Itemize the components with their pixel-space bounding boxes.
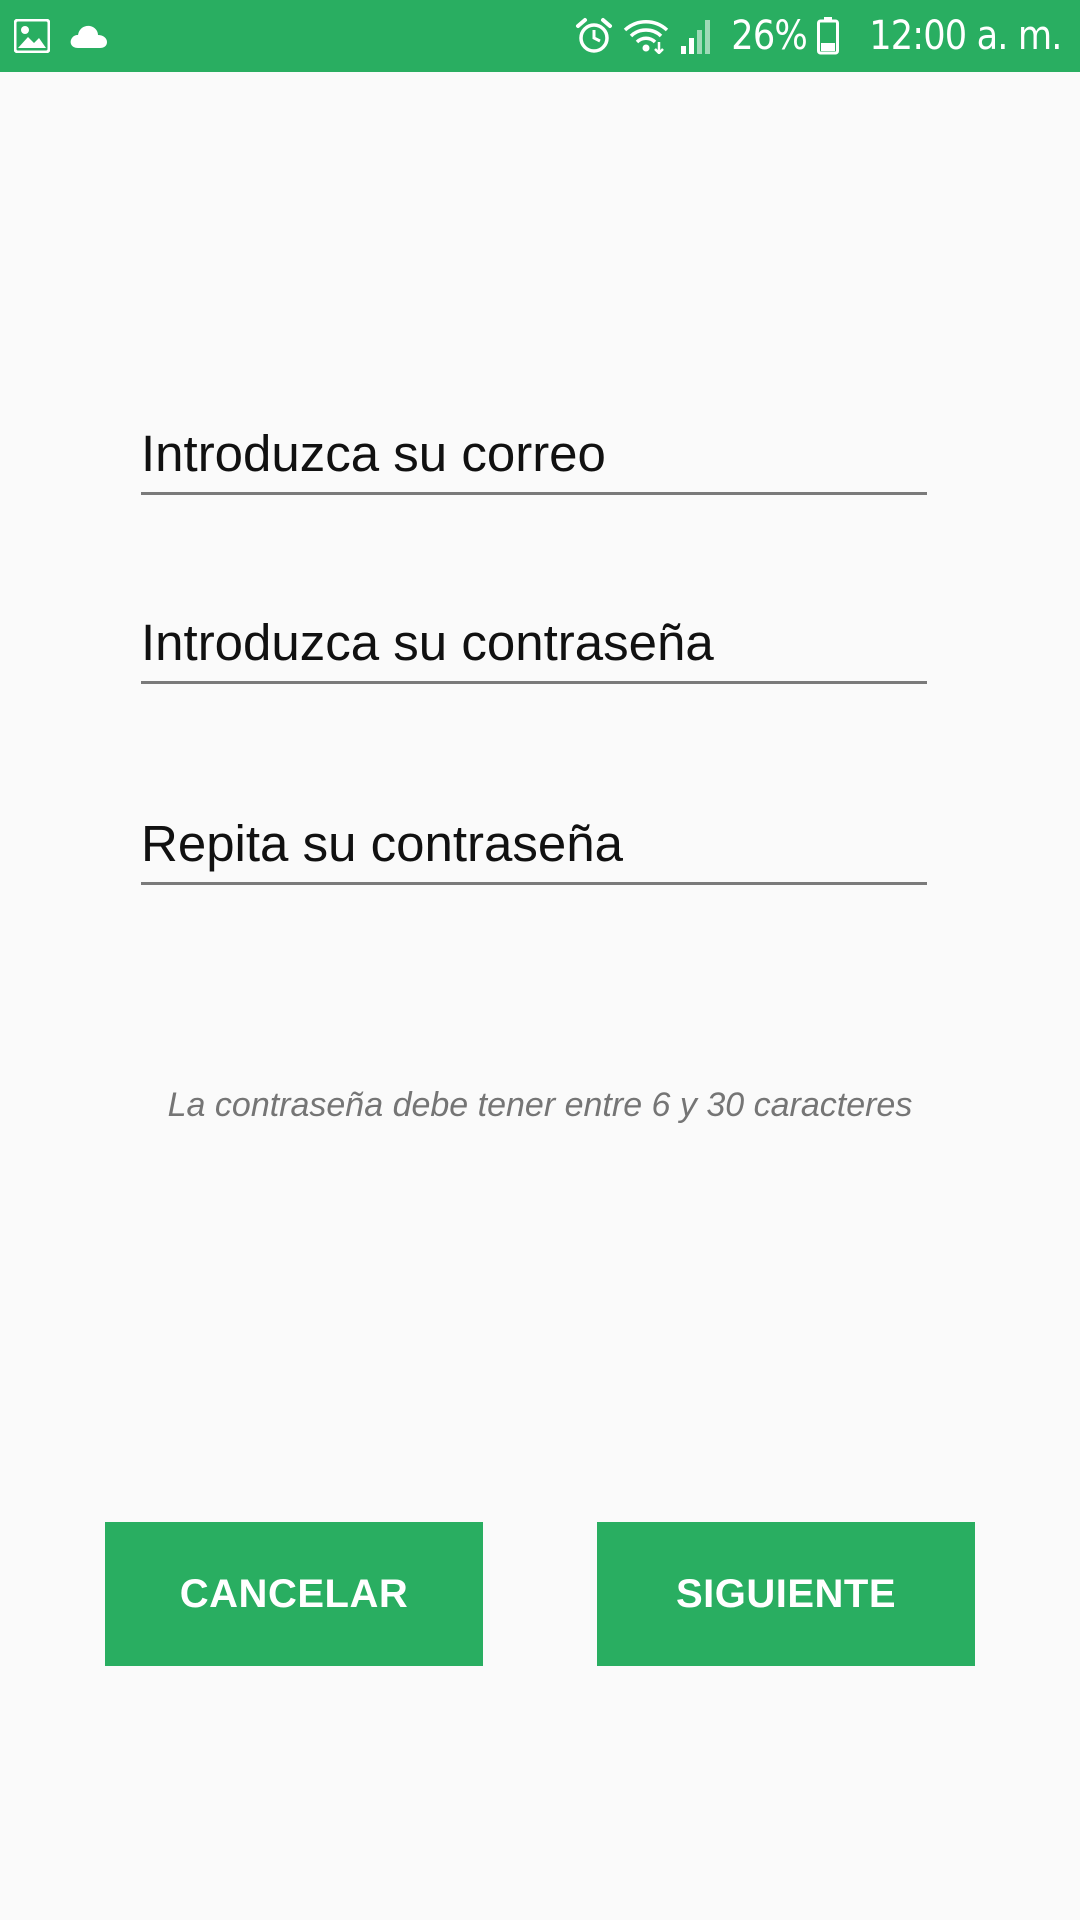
battery-icon <box>817 17 840 55</box>
status-bar: 26% 12:00 a. m. <box>0 0 1080 72</box>
status-bar-notifications <box>14 16 126 56</box>
repeat-password-input[interactable] <box>141 804 927 882</box>
status-bar-system: 26% 12:00 a. m. <box>565 10 1063 62</box>
next-button[interactable]: SIGUIENTE <box>597 1522 975 1666</box>
cancel-button[interactable]: CANCELAR <box>105 1522 483 1666</box>
clock-time: 12:00 a. m. <box>869 13 1063 59</box>
email-input[interactable] <box>141 414 927 492</box>
repeat-password-field <box>141 804 927 885</box>
password-input[interactable] <box>141 603 927 681</box>
wifi-icon <box>623 18 669 54</box>
password-hint: La contraseña debe tener entre 6 y 30 ca… <box>167 1086 913 1124</box>
registration-screen: 26% 12:00 a. m. La contraseña debe tener… <box>0 0 1080 1920</box>
battery-percent: 26% <box>731 13 808 59</box>
alarm-icon <box>575 17 613 55</box>
password-field <box>141 603 927 684</box>
gallery-icon <box>14 19 50 53</box>
cloud-icon <box>68 23 108 49</box>
email-field <box>141 414 927 495</box>
signal-icon <box>679 18 715 54</box>
